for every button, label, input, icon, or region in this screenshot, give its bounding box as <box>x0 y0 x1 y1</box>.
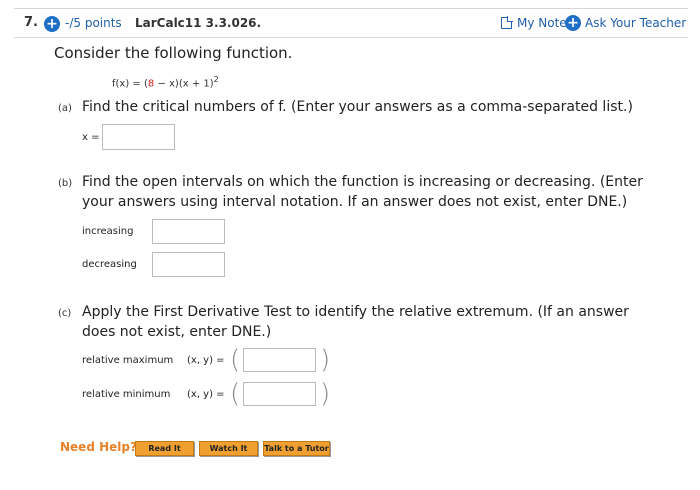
relative-min-label: relative minimum <box>82 389 171 400</box>
part-b-text-line2: your answers using interval notation. If… <box>82 194 628 210</box>
plus-circle-icon[interactable]: + <box>44 16 60 32</box>
function-prefix: f(x) = ( <box>112 78 148 90</box>
relative-max-label: relative maximum <box>82 355 174 366</box>
part-c-label: (c) <box>58 308 72 319</box>
function-exponent: 2 <box>213 75 219 84</box>
part-a-label: (a) <box>58 103 72 114</box>
relative-max-input[interactable] <box>243 348 316 372</box>
need-help-label: Need Help? <box>60 440 137 454</box>
read-it-button[interactable]: Read It <box>135 441 194 456</box>
open-paren: ( <box>230 379 241 409</box>
function-suffix: − x)(x + 1) <box>154 78 214 90</box>
question-number: 7. <box>24 15 38 30</box>
talk-to-tutor-button[interactable]: Talk to a Tutor <box>263 441 330 456</box>
note-icon <box>501 16 513 29</box>
close-paren: ) <box>320 379 331 409</box>
part-c-text-line2: does not exist, enter DNE.) <box>82 324 272 340</box>
function-expression: f(x) = (8 − x)(x + 1)2 <box>112 75 219 89</box>
course-code: LarCalc11 3.3.026. <box>135 16 262 30</box>
part-a-input-label: x = <box>82 132 100 143</box>
ask-teacher-link[interactable]: + Ask Your Teacher <box>565 15 686 31</box>
increasing-label: increasing <box>82 226 134 237</box>
ask-teacher-label: Ask Your Teacher <box>585 16 687 30</box>
part-b-label: (b) <box>58 178 73 189</box>
relative-max-xy-label: (x, y) = <box>187 355 225 366</box>
my-notes-link[interactable]: My Notes <box>501 16 573 30</box>
relative-min-input[interactable] <box>243 382 316 406</box>
question-header: 7. + -/5 points LarCalc11 3.3.026. My No… <box>14 8 688 38</box>
points-label: -/5 points <box>65 16 122 30</box>
plus-circle-icon: + <box>565 15 581 31</box>
close-paren: ) <box>320 345 331 375</box>
open-paren: ( <box>230 345 241 375</box>
decreasing-label: decreasing <box>82 259 137 270</box>
part-a-text: Find the critical numbers of f. (Enter y… <box>82 99 633 115</box>
problem-prompt: Consider the following function. <box>54 44 293 62</box>
relative-min-xy-label: (x, y) = <box>187 389 225 400</box>
question-page: 7. + -/5 points LarCalc11 3.3.026. My No… <box>0 0 700 490</box>
part-b-text-line1: Find the open intervals on which the fun… <box>82 174 643 190</box>
decreasing-input[interactable] <box>152 252 225 277</box>
part-c-text-line1: Apply the First Derivative Test to ident… <box>82 304 629 320</box>
increasing-input[interactable] <box>152 219 225 244</box>
critical-numbers-input[interactable] <box>102 124 175 150</box>
watch-it-button[interactable]: Watch It <box>199 441 258 456</box>
